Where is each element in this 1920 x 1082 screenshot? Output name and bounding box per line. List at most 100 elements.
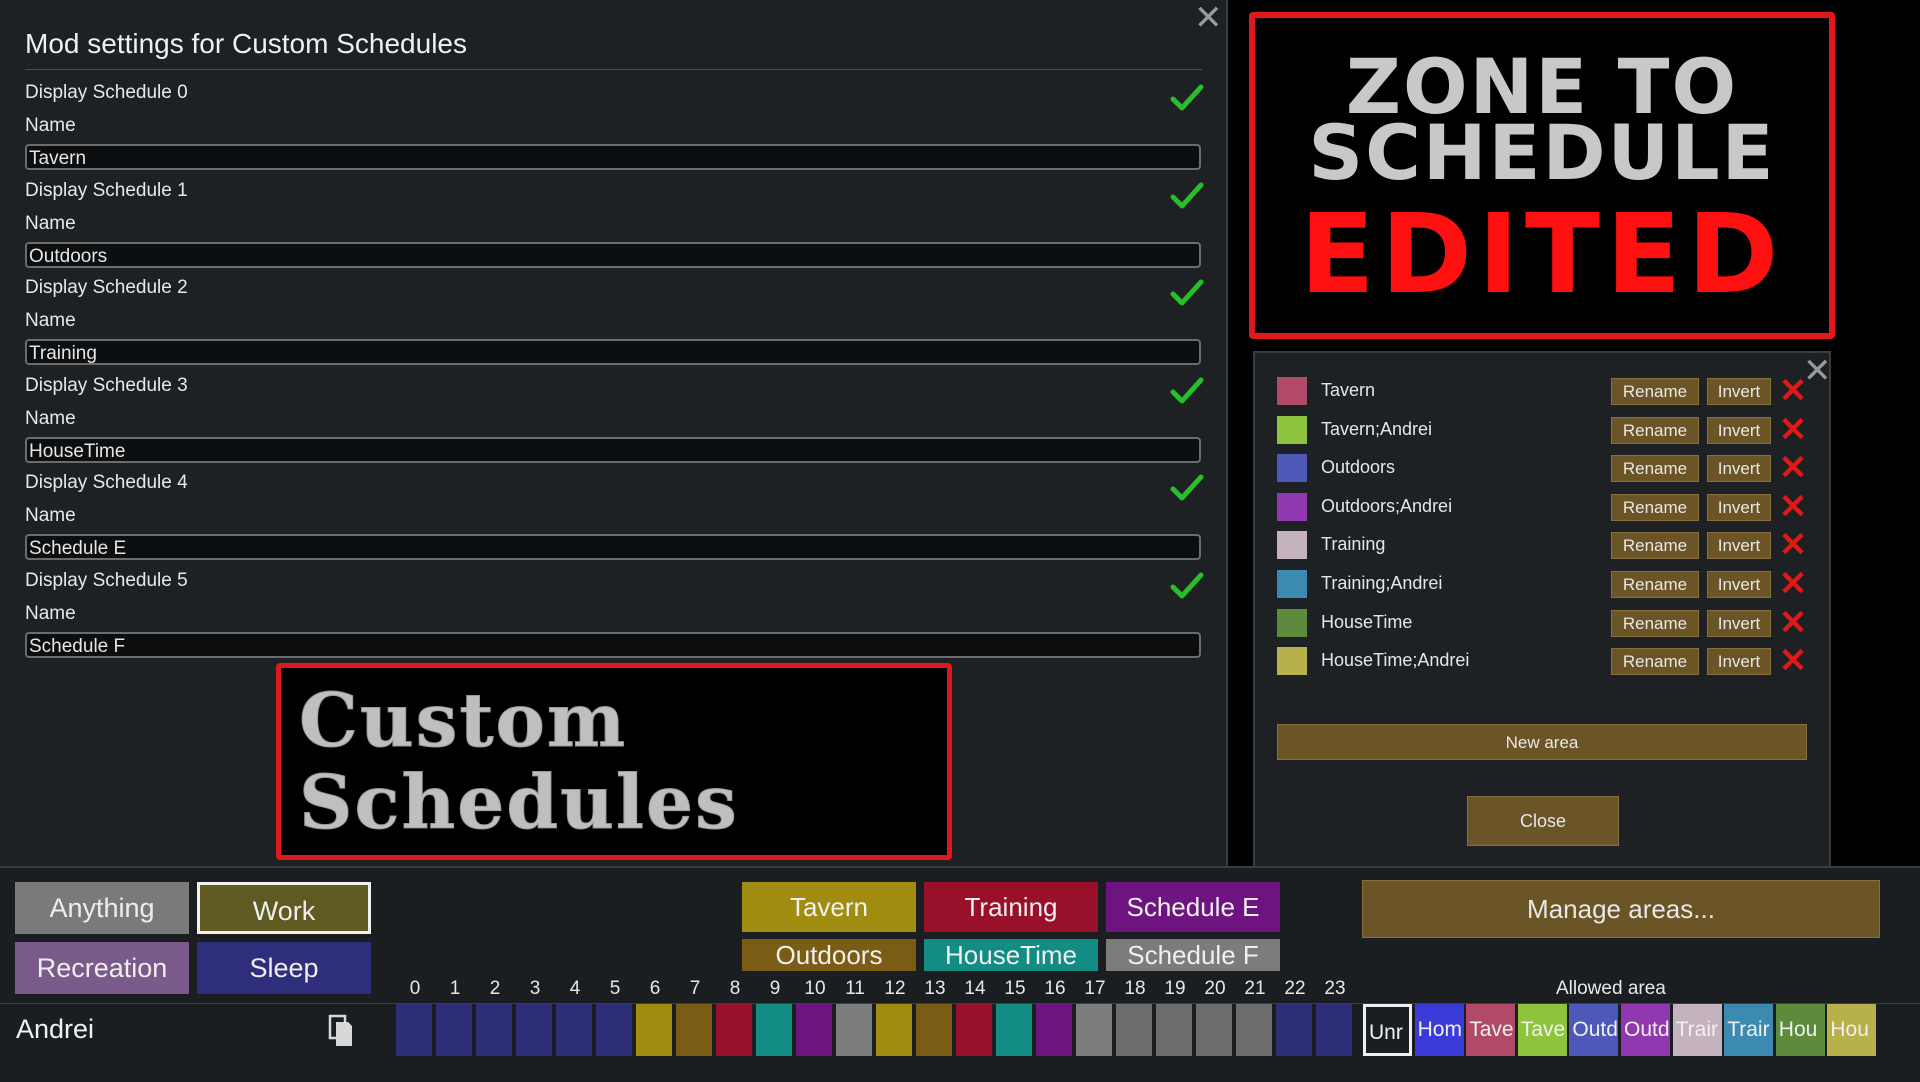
hour-cell[interactable] [1156,1004,1192,1056]
hour-cell[interactable] [1236,1004,1272,1056]
allowed-area-cell[interactable]: Hou [1775,1004,1825,1056]
invert-button[interactable]: Invert [1707,455,1771,483]
allowed-area-cell[interactable]: Outd [1621,1004,1670,1056]
schedule-name-input[interactable]: Schedule F [25,631,1201,658]
checkmark-icon[interactable] [1170,278,1204,308]
hour-cell[interactable] [676,1004,712,1056]
hour-cell[interactable] [956,1004,992,1056]
allowed-area-cell[interactable]: Hom [1414,1004,1464,1056]
assign-sleep-button[interactable]: Sleep [197,942,371,994]
schedule-training-button[interactable]: Training [924,882,1098,932]
area-color-swatch[interactable] [1277,531,1307,560]
rename-button[interactable]: Rename [1611,455,1699,483]
invert-button[interactable]: Invert [1707,571,1771,598]
rename-button[interactable]: Rename [1611,571,1699,598]
invert-button[interactable]: Invert [1707,378,1771,405]
hour-cell[interactable] [1036,1004,1072,1056]
assign-anything-button[interactable]: Anything [15,882,189,934]
hour-cell[interactable] [636,1004,672,1056]
invert-button[interactable]: Invert [1707,532,1771,560]
hour-cell[interactable] [1276,1004,1312,1056]
invert-button[interactable]: Invert [1707,416,1771,444]
new-area-button[interactable]: New area [1277,724,1807,760]
hour-cell[interactable] [716,1004,752,1056]
hour-cell[interactable] [1116,1004,1152,1056]
delete-icon[interactable]: ✕ [1778,490,1808,524]
rename-button[interactable]: Rename [1611,378,1699,405]
hour-cell[interactable] [556,1004,592,1056]
hour-cell[interactable] [756,1004,792,1056]
delete-icon[interactable]: ✕ [1778,413,1808,447]
checkmark-icon[interactable] [1170,83,1204,113]
area-color-swatch[interactable] [1277,454,1307,483]
hour-cell[interactable] [1196,1004,1232,1056]
schedule-e-button[interactable]: Schedule E [1106,882,1280,932]
delete-icon[interactable]: ✕ [1778,606,1808,640]
allowed-area-cell[interactable]: Trair [1724,1004,1774,1056]
schedule-name-input[interactable]: HouseTime [25,436,1201,463]
invert-button[interactable]: Invert [1707,648,1771,676]
copy-icon[interactable] [328,1014,354,1048]
schedule-f-button[interactable]: Schedule F [1106,939,1280,971]
schedule-tavern-button[interactable]: Tavern [742,882,916,932]
manage-areas-button[interactable]: Manage areas... [1362,880,1880,938]
allowed-area-cell[interactable]: Trair [1672,1004,1722,1056]
delete-icon[interactable]: ✕ [1778,374,1808,408]
hour-number: 4 [569,978,581,999]
hour-cell[interactable] [1316,1004,1352,1056]
area-color-swatch[interactable] [1277,415,1307,444]
rename-button[interactable]: Rename [1611,648,1699,676]
hour-cell[interactable] [436,1004,472,1056]
area-color-swatch[interactable] [1277,608,1307,637]
rename-button[interactable]: Rename [1611,493,1699,521]
hour-number: 15 [1004,978,1026,999]
area-color-swatch[interactable] [1277,377,1307,405]
assign-work-button[interactable]: Work [197,882,371,934]
checkmark-icon[interactable] [1170,181,1204,211]
hour-number: 8 [729,978,741,999]
delete-icon[interactable]: ✕ [1778,644,1808,678]
mod-settings-title: Mod settings for Custom Schedules [25,28,467,59]
allowed-area-cell[interactable]: Tave [1466,1004,1516,1056]
name-label: Name [25,602,76,624]
area-name: HouseTime;Andrei [1321,650,1470,671]
rename-button[interactable]: Rename [1611,609,1699,637]
hour-cell[interactable] [1076,1004,1112,1056]
delete-icon[interactable]: ✕ [1778,528,1808,562]
invert-button[interactable]: Invert [1707,609,1771,637]
schedule-housetime-button[interactable]: HouseTime [924,939,1098,971]
schedule-name-input[interactable]: Outdoors [25,241,1201,268]
area-color-swatch[interactable] [1277,647,1307,676]
hour-cell[interactable] [996,1004,1032,1056]
rename-button[interactable]: Rename [1611,532,1699,560]
checkmark-icon[interactable] [1170,571,1204,601]
hour-cell[interactable] [916,1004,952,1056]
hour-cell[interactable] [516,1004,552,1056]
allowed-area-cell[interactable]: Outd [1569,1004,1619,1056]
schedule-name-input[interactable]: Training [25,339,1201,365]
delete-icon[interactable]: ✕ [1778,567,1808,601]
hour-number: 17 [1084,978,1106,999]
hour-cell[interactable] [876,1004,912,1056]
close-button[interactable]: Close [1467,796,1619,846]
hour-cell[interactable] [796,1004,832,1056]
rename-button[interactable]: Rename [1611,416,1699,444]
schedule-outdoors-button[interactable]: Outdoors [742,939,916,971]
hour-cell[interactable] [836,1004,872,1056]
checkmark-icon[interactable] [1170,473,1204,503]
hour-cell[interactable] [596,1004,632,1056]
hour-cell[interactable] [396,1004,432,1056]
allowed-area-cell[interactable]: Hou [1827,1004,1877,1056]
area-color-swatch[interactable] [1277,570,1307,598]
close-icon[interactable]: ✕ [1194,1,1223,35]
allowed-area-cell[interactable]: Tave [1517,1004,1567,1056]
assign-recreation-button[interactable]: Recreation [15,942,189,994]
schedule-name-input[interactable]: Tavern [25,144,1201,170]
hour-cell[interactable] [476,1004,512,1056]
checkmark-icon[interactable] [1170,376,1204,406]
invert-button[interactable]: Invert [1707,493,1771,521]
delete-icon[interactable]: ✕ [1778,451,1808,485]
schedule-name-input[interactable]: Schedule E [25,534,1201,560]
area-color-swatch[interactable] [1277,492,1307,521]
allowed-area-cell[interactable]: Unr [1363,1004,1412,1056]
